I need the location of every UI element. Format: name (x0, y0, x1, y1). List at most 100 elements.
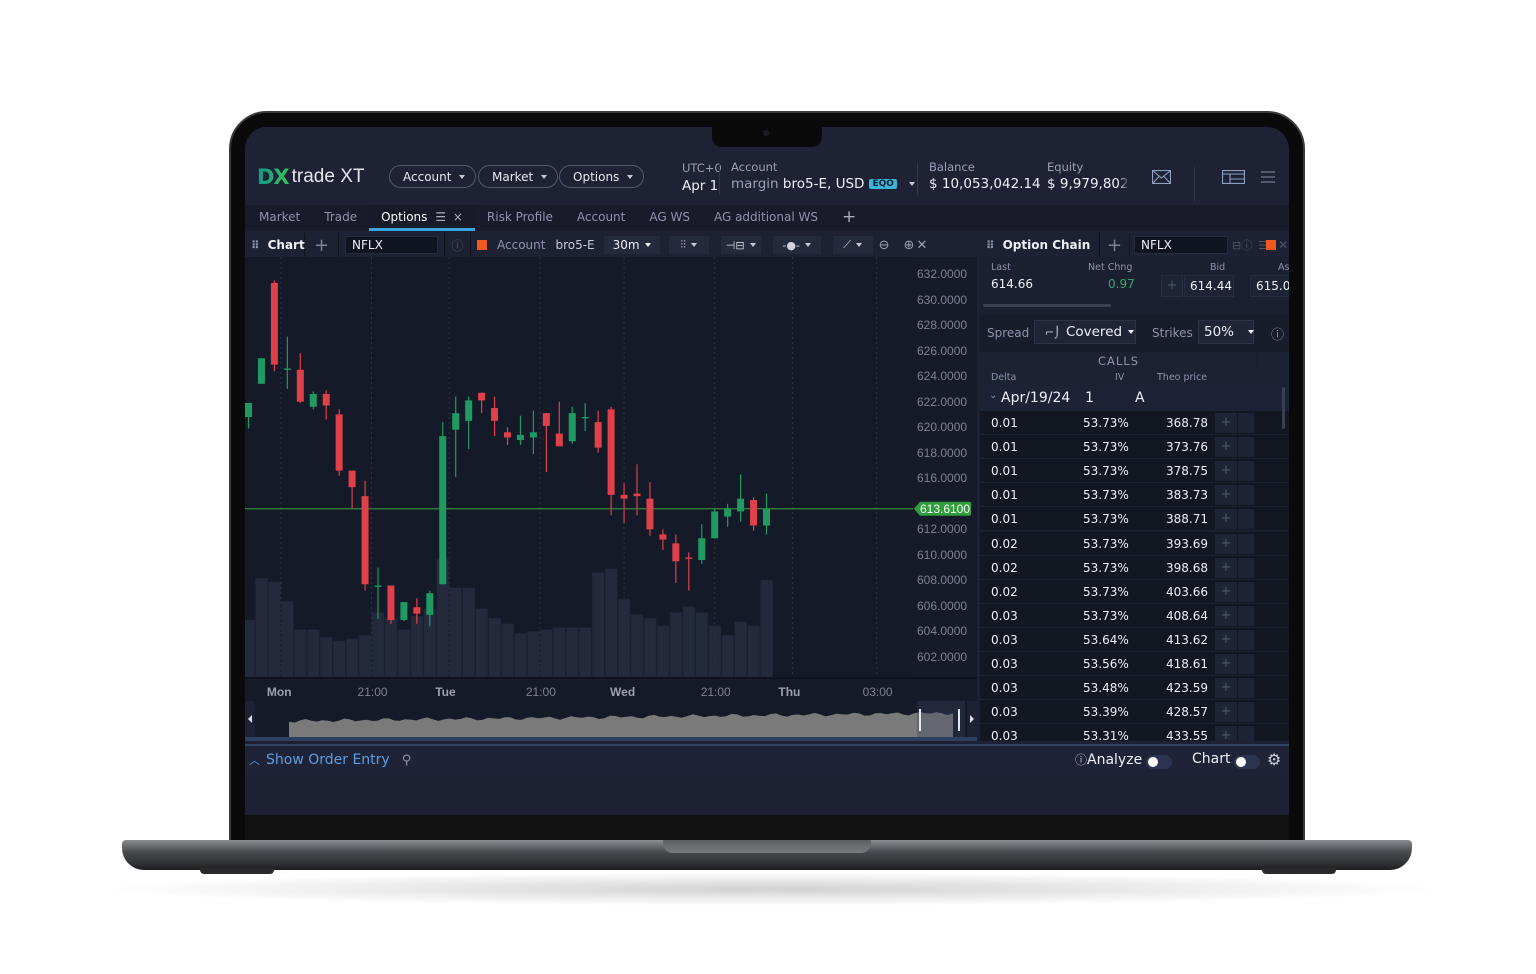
add-chart-icon[interactable]: + (305, 233, 339, 257)
analyze-toggle[interactable] (1146, 755, 1172, 769)
info-icon[interactable]: ⓘ (1075, 751, 1087, 768)
order-cell[interactable] (1238, 702, 1254, 723)
option-row[interactable]: 0.03 53.73% 408.64 + (980, 603, 1289, 628)
timeframe-select[interactable]: 30m (603, 236, 660, 254)
option-row[interactable]: 0.02 53.73% 398.68 + (980, 555, 1289, 580)
spread-select[interactable]: ⌐⌡ Covered (1034, 320, 1136, 344)
add-to-order-button[interactable]: + (1215, 605, 1237, 626)
market-menu-button[interactable]: Market (478, 165, 559, 188)
options-menu-button[interactable]: Options (559, 165, 645, 188)
option-row[interactable]: 0.03 53.64% 413.62 + (980, 627, 1289, 652)
add-to-order-button[interactable]: + (1215, 557, 1237, 578)
indicators-select[interactable]: ⊣⊟ (720, 236, 761, 254)
zoom-in-icon[interactable]: ⊕ (904, 238, 915, 253)
add-to-order-button[interactable]: + (1215, 654, 1237, 674)
expiry-group-row[interactable]: ⌄ Apr/19/24 1 A (980, 386, 1289, 411)
add-to-order-button[interactable]: + (1215, 413, 1237, 433)
option-row[interactable]: 0.01 53.73% 378.75 + (980, 459, 1289, 484)
drag-handle-icon[interactable]: ⠿ (986, 239, 995, 252)
option-row[interactable]: 0.03 53.31% 433.55 + (980, 724, 1289, 741)
bid-button[interactable]: 614.44 (1184, 275, 1234, 297)
chevron-down-icon[interactable]: ⌄ (989, 390, 997, 401)
bid-plus-button[interactable]: + (1161, 275, 1183, 297)
layout-icon[interactable] (1222, 170, 1245, 184)
color-marker-icon[interactable] (477, 240, 487, 250)
add-to-order-button[interactable]: + (1215, 726, 1237, 741)
add-to-order-button[interactable]: + (1215, 461, 1237, 482)
order-cell[interactable] (1238, 533, 1254, 554)
tab-risk-profile[interactable]: Risk Profile (475, 205, 565, 231)
add-to-order-button[interactable]: + (1215, 678, 1237, 699)
chart-navigator[interactable] (245, 701, 977, 741)
order-cell[interactable] (1238, 629, 1254, 650)
show-order-entry-button[interactable]: ︿ Show Order Entry ⚲ (249, 752, 411, 768)
option-row[interactable]: 0.01 53.73% 388.71 + (980, 507, 1289, 532)
option-row[interactable]: 0.01 53.73% 383.73 + (980, 483, 1289, 508)
option-row[interactable]: 0.02 53.73% 393.69 + (980, 531, 1289, 556)
horizontal-scrollbar[interactable] (983, 304, 1111, 307)
strikes-select[interactable]: 50% (1198, 320, 1255, 344)
order-cell[interactable] (1238, 581, 1254, 602)
theo-price-header[interactable]: Theo price (1157, 372, 1207, 383)
add-tab-icon[interactable]: + (830, 205, 868, 231)
delta-header[interactable]: Delta (991, 372, 1016, 383)
option-chain-header[interactable]: ⠿ Option Chain (980, 233, 1100, 257)
order-cell[interactable] (1238, 509, 1254, 530)
option-row[interactable]: 0.03 53.48% 423.59 + (980, 676, 1289, 701)
tab-options[interactable]: Options ☰ × (369, 205, 475, 231)
menu-icon[interactable] (1261, 171, 1275, 183)
navigator-handle-left[interactable] (919, 709, 921, 731)
add-to-order-button[interactable]: + (1215, 702, 1237, 723)
info-icon[interactable]: ⓘ (445, 233, 471, 257)
add-to-order-button[interactable]: + (1215, 533, 1237, 554)
symbol-input[interactable]: NFLX (345, 236, 438, 254)
drawing-tool-select[interactable]: ⟋ (832, 236, 873, 254)
chart-type-select[interactable]: ⫶⫶ (668, 236, 709, 254)
tab-close-icon[interactable]: × (453, 210, 463, 224)
chart-panel-header[interactable]: ⠿ Chart (245, 233, 305, 257)
iv-header[interactable]: IV (1115, 372, 1124, 383)
zoom-out-icon[interactable]: ⊖ (879, 238, 890, 253)
order-cell[interactable] (1238, 726, 1254, 741)
order-cell[interactable] (1238, 605, 1254, 626)
option-row[interactable]: 0.03 53.56% 418.61 + (980, 652, 1289, 676)
account-menu-button[interactable]: Account (389, 165, 477, 188)
order-cell[interactable] (1238, 678, 1254, 699)
add-to-order-button[interactable]: + (1215, 437, 1237, 458)
order-cell[interactable] (1238, 461, 1254, 482)
add-to-order-button[interactable]: + (1215, 509, 1237, 530)
add-to-order-button[interactable]: + (1215, 581, 1237, 602)
price-chart[interactable]: 613.6100 (245, 257, 977, 701)
drag-handle-icon[interactable]: ⠿ (251, 239, 260, 252)
account-selector[interactable]: margin bro5-E, USD EQO (731, 176, 916, 192)
order-cell[interactable] (1238, 654, 1254, 674)
add-to-order-button[interactable]: + (1215, 629, 1237, 650)
tab-trade[interactable]: Trade (312, 205, 369, 231)
info-icon[interactable]: ⊟ⓘ (1232, 237, 1252, 253)
order-cell[interactable] (1238, 557, 1254, 578)
settings-gear-icon[interactable]: ⚙ (1267, 750, 1281, 769)
order-cell[interactable] (1238, 485, 1254, 506)
tab-ag-additional-ws[interactable]: AG additional WS (702, 205, 830, 231)
order-cell[interactable] (1238, 437, 1254, 458)
add-panel-icon[interactable]: + (1100, 233, 1130, 257)
mail-icon[interactable] (1152, 170, 1171, 184)
option-row[interactable]: 0.01 53.73% 373.76 + (980, 435, 1289, 460)
color-marker-icon[interactable] (1266, 240, 1277, 250)
add-to-order-button[interactable]: + (1215, 485, 1237, 506)
tab-account[interactable]: Account (565, 205, 637, 231)
info-icon[interactable]: ⓘ (1271, 324, 1284, 343)
vertical-scrollbar[interactable] (1282, 387, 1285, 429)
oc-symbol-input[interactable]: NFLX (1134, 236, 1228, 254)
option-row[interactable]: 0.02 53.73% 403.66 + (980, 579, 1289, 604)
time-select[interactable]: -●- (772, 236, 821, 254)
pin-icon[interactable]: ⚲ (402, 753, 412, 768)
tab-ag-ws[interactable]: AG WS (637, 205, 702, 231)
order-cell[interactable] (1238, 413, 1254, 433)
close-panel-icon[interactable]: ✕ (1278, 238, 1288, 252)
navigator-range-window[interactable] (917, 701, 965, 737)
option-row[interactable]: 0.03 53.39% 428.57 + (980, 700, 1289, 725)
close-chart-icon[interactable]: ✕ (916, 238, 927, 253)
chart-toggle[interactable] (1234, 755, 1260, 769)
tab-menu-icon[interactable]: ☰ (435, 210, 446, 224)
